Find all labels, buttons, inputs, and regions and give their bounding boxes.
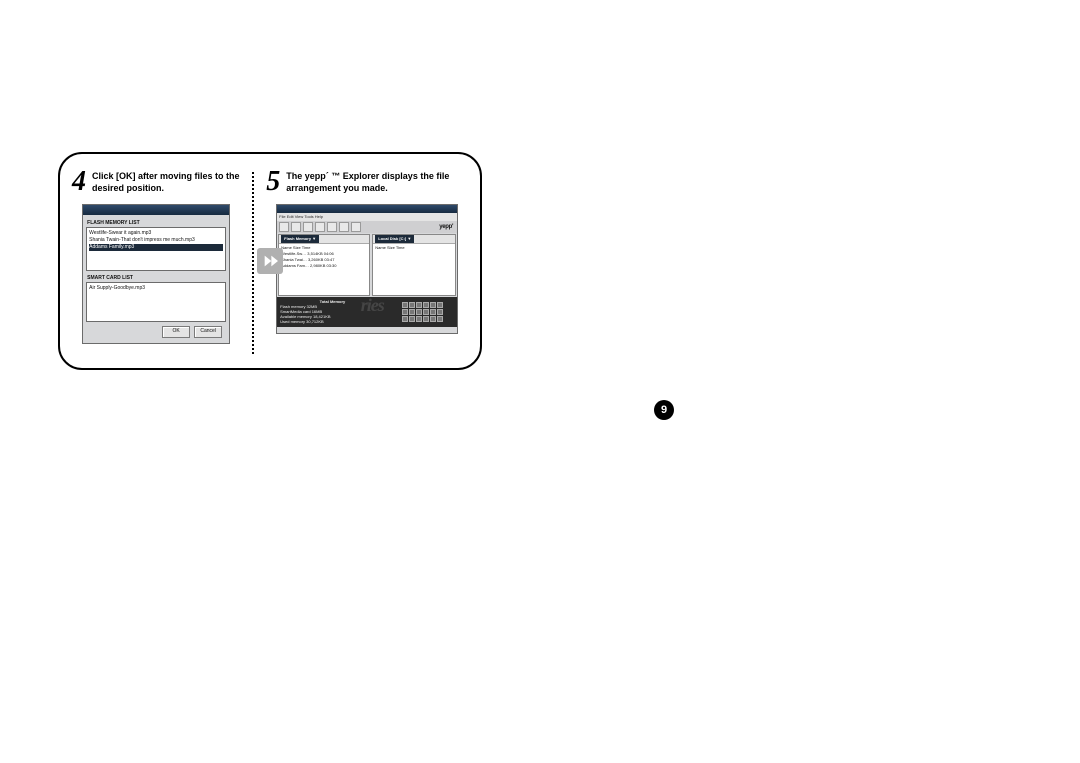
card-listbox: Air Supply-Goodbye.mp3 xyxy=(86,282,226,322)
step-4-text: Click [OK] after moving files to the des… xyxy=(92,170,240,194)
memory-grid-icon xyxy=(402,302,443,322)
instruction-panel: 4 Click [OK] after moving files to the d… xyxy=(58,152,482,370)
toolbar-button[interactable] xyxy=(327,222,337,232)
toolbar-button[interactable] xyxy=(351,222,361,232)
step-5-column: 5 The yepp´ ™ Explorer displays the file… xyxy=(254,154,480,368)
page-number: 9 xyxy=(661,404,667,416)
card-list-label: SMART CARD LIST xyxy=(87,275,226,281)
ok-button[interactable]: OK xyxy=(162,326,190,338)
step-5-number: 5 xyxy=(266,170,280,194)
flash-list-label: FLASH MEMORY LIST xyxy=(87,220,226,226)
list-item-selected: Addams Family.mp3 xyxy=(89,244,223,251)
step-4-head: 4 Click [OK] after moving files to the d… xyxy=(72,170,240,194)
pane-table-left: Name Size Time Westlife-Sw… 3,514KB 04:0… xyxy=(279,244,369,270)
toolbar-button[interactable] xyxy=(339,222,349,232)
pane-header-left: Flash Memory ▼ xyxy=(279,235,369,244)
explorer-screenshot: File Edit View Tools Help yepp' xyxy=(276,204,458,334)
step-5-head: 5 The yepp´ ™ Explorer displays the file… xyxy=(266,170,468,194)
toolbar-button[interactable] xyxy=(291,222,301,232)
local-disk-pane: Local Disk [C:] ▼ Name Size Time xyxy=(372,234,456,296)
pane-header-right: Local Disk [C:] ▼ xyxy=(373,235,455,244)
explorer-toolbar: yepp' xyxy=(277,221,457,233)
dialog-button-row: OK Cancel xyxy=(86,326,226,338)
flash-memory-pane: Flash Memory ▼ Name Size Time Westlife-S… xyxy=(278,234,370,296)
pane-tab-local: Local Disk [C:] ▼ xyxy=(375,235,414,243)
list-item: Shania Twain-That don't impress me much.… xyxy=(89,237,223,244)
dialog-titlebar xyxy=(83,205,229,215)
toolbar-button[interactable] xyxy=(315,222,325,232)
page-number-badge: 9 xyxy=(654,400,674,420)
list-item: Air Supply-Goodbye.mp3 xyxy=(89,285,223,292)
pane-tab-flash: Flash Memory ▼ xyxy=(281,235,319,243)
manual-page: 4 Click [OK] after moving files to the d… xyxy=(0,0,1080,763)
step-4-column: 4 Click [OK] after moving files to the d… xyxy=(60,154,252,368)
series-watermark: ries xyxy=(361,303,384,308)
table-row: Addams Fam… 2,980KB 03:30 xyxy=(281,263,367,269)
status-info: Total Memory Flash memory 32MB SmartMedi… xyxy=(277,297,388,327)
toolbar-button[interactable] xyxy=(279,222,289,232)
list-item: Westlife-Swear it again.mp3 xyxy=(89,230,223,237)
status-grid xyxy=(388,297,457,327)
explorer-panes: Flash Memory ▼ Name Size Time Westlife-S… xyxy=(277,233,457,297)
explorer-titlebar xyxy=(277,205,457,213)
explorer-menubar: File Edit View Tools Help xyxy=(277,213,457,221)
dialog-screenshot: FLASH MEMORY LIST Westlife-Swear it agai… xyxy=(82,204,230,344)
step-5-text: The yepp´ ™ Explorer displays the file a… xyxy=(286,170,468,194)
cancel-button[interactable]: Cancel xyxy=(194,326,222,338)
yepp-logo: yepp' xyxy=(439,224,455,230)
flash-listbox: Westlife-Swear it again.mp3 Shania Twain… xyxy=(86,227,226,271)
dialog-body: FLASH MEMORY LIST Westlife-Swear it agai… xyxy=(83,215,229,341)
status-line: Used memory 30,712KB xyxy=(280,319,385,324)
pane-table-right: Name Size Time xyxy=(373,244,455,252)
table-columns: Name Size Time xyxy=(375,245,453,251)
explorer-statusbar: Total Memory Flash memory 32MB SmartMedi… xyxy=(277,297,457,327)
step-4-number: 4 xyxy=(72,170,86,194)
toolbar-button[interactable] xyxy=(303,222,313,232)
next-arrow-icon xyxy=(257,248,283,274)
